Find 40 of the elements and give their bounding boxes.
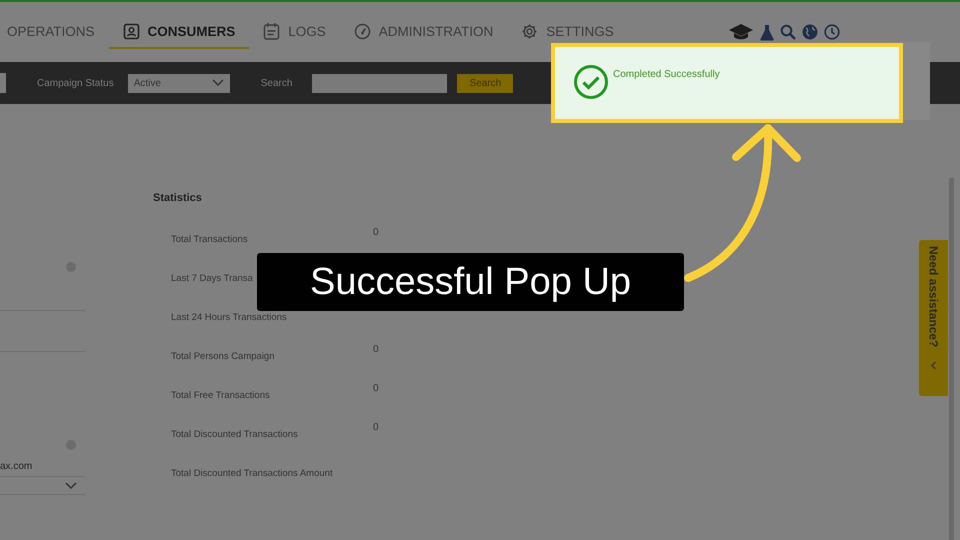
globe-icon[interactable]: [802, 24, 818, 40]
chevron-down-icon: [212, 79, 224, 87]
stat-label: Total Persons Campaign: [171, 350, 276, 362]
status-dropdown[interactable]: Active: [128, 74, 230, 92]
stat-value: 0: [373, 383, 379, 394]
search-field[interactable]: [312, 74, 448, 92]
help-tab[interactable]: Need assistance?: [919, 240, 948, 396]
search-icon[interactable]: [780, 24, 796, 40]
text-field[interactable]: [0, 73, 6, 93]
scrollbar[interactable]: [949, 178, 954, 540]
flask-icon[interactable]: [760, 24, 774, 40]
gear-icon: [521, 22, 538, 40]
stat-label: Total Free Transactions: [171, 389, 271, 401]
annotation-label: Successful Pop Up: [257, 253, 684, 311]
stat-label: Total Discounted Transactions Amount: [171, 467, 334, 479]
nav-tab[interactable]: OPERATIONS: [7, 15, 109, 49]
chevron-down-icon[interactable]: [65, 482, 77, 490]
nav-tab[interactable]: CONSUMERS: [108, 15, 250, 49]
chevron-left-icon: [930, 361, 937, 370]
stat-label: Last 24 Hours Transactions: [171, 311, 288, 323]
id-card-icon: [122, 22, 140, 40]
email-value: ax.com: [0, 461, 34, 474]
clock-icon[interactable]: [824, 24, 840, 40]
stat-value: 0: [373, 227, 379, 238]
calendar-icon: [263, 22, 280, 40]
graduation-cap-icon[interactable]: [728, 23, 754, 41]
statistics-heading: Statistics: [153, 192, 203, 204]
nav-tab[interactable]: ADMINISTRATION: [340, 15, 508, 49]
stat-label: Total Transactions: [171, 233, 249, 245]
search-label: Search: [260, 78, 292, 88]
nav-tab[interactable]: LOGS: [249, 15, 340, 49]
stat-value: 0: [373, 344, 379, 355]
gauge-icon: [354, 22, 371, 40]
check-circle-icon: [573, 64, 609, 100]
stat-value: 0: [373, 422, 379, 433]
stat-label: Total Discounted Transactions: [171, 428, 299, 440]
search-button[interactable]: Search: [457, 74, 514, 92]
campaign-status-label: Campaign Status: [37, 78, 114, 88]
nav-tab[interactable]: SETTINGS: [507, 15, 628, 49]
toast-message: Completed Successfully: [613, 68, 720, 80]
